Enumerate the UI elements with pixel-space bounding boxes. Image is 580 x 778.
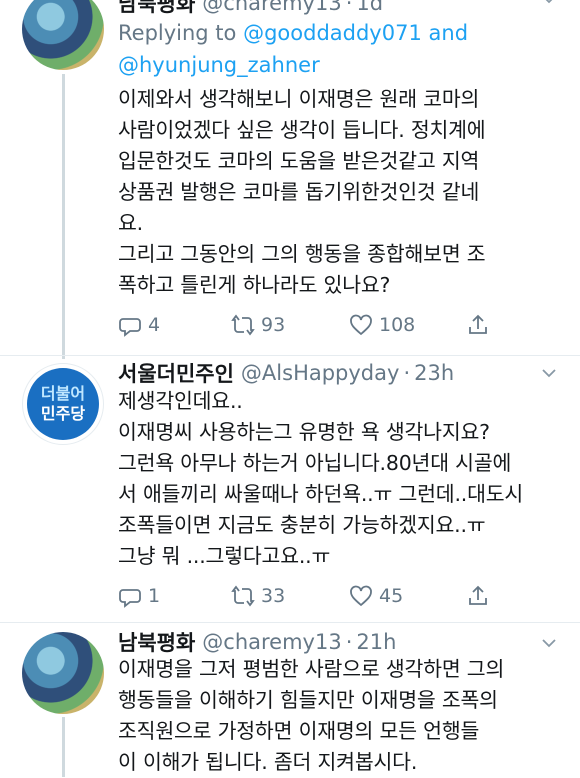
avatar[interactable] [22, 0, 104, 70]
tweet-actions: 1 33 45 [118, 581, 518, 611]
display-name[interactable]: 남북평화 [118, 627, 195, 657]
retweet-count: 33 [261, 585, 286, 607]
timestamp[interactable]: 1d [356, 0, 383, 15]
retweet-button[interactable]: 93 [231, 310, 285, 340]
reply-button[interactable]: 1 [118, 581, 160, 611]
reply-count: 1 [148, 585, 161, 607]
tweet-actions: 4 93 108 [118, 310, 518, 340]
chevron-down-icon[interactable] [540, 634, 558, 652]
share-button[interactable] [466, 581, 496, 611]
tweet-1[interactable]: 남북평화 @charemy13 · 1d Replying to @goodda… [0, 0, 580, 359]
like-button[interactable]: 108 [349, 310, 415, 340]
reply-user-link[interactable]: @gooddaddy071 [243, 21, 422, 45]
replying-to: Replying to @gooddaddy071 and @hyunjung_… [118, 17, 560, 81]
avatar-text-line1: 더불어 [40, 384, 86, 403]
tweet-text: 이재명을 그저 평범한 사람으로 생각하면 그의 행동들을 이해하기 힘들지만 … [118, 657, 505, 774]
share-icon [469, 314, 487, 334]
like-button[interactable]: 45 [349, 581, 403, 611]
reply-icon [119, 589, 141, 608]
tweet-header: 서울더민주인 @AlsHappyday · 23h [118, 358, 580, 388]
separator-dot: · [345, 0, 353, 15]
tweet-text: 이제와서 생각해보니 이재명은 원래 코마의 사람이었겠다 싶은 생각이 듭니다… [118, 87, 486, 297]
reply-user-link[interactable]: @hyunjung_zahner [118, 53, 320, 77]
replying-to-label: Replying to [118, 21, 237, 45]
like-count: 108 [379, 314, 416, 336]
reply-icon [119, 318, 141, 337]
party-logo: 더불어 민주당 [27, 368, 99, 440]
avatar-text-line2: 민주당 [40, 404, 86, 423]
reply-and-link[interactable]: and [429, 21, 469, 45]
timestamp[interactable]: 23h [414, 361, 454, 385]
heart-icon [350, 585, 372, 607]
tweet-header: 남북평화 @charemy13 · 1d [118, 0, 580, 18]
tweet-3[interactable]: 남북평화 @charemy13 · 21h 이재명을 그저 평범한 사람으로 생… [0, 623, 580, 777]
separator-dot: · [403, 361, 411, 385]
display-name[interactable]: 서울더민주인 [118, 358, 234, 388]
avatar[interactable] [22, 632, 104, 714]
reply-button[interactable]: 4 [118, 310, 160, 340]
like-count: 45 [379, 585, 404, 607]
user-handle[interactable]: @charemy13 [202, 0, 341, 15]
thread-line [62, 74, 65, 359]
tweet-2[interactable]: 더불어 민주당 서울더민주인 @AlsHappyday · 23h 제생각인데요… [0, 356, 580, 622]
share-icon [469, 585, 487, 605]
retweet-button[interactable]: 33 [231, 581, 285, 611]
thread-line [62, 717, 65, 777]
timestamp[interactable]: 21h [356, 630, 396, 654]
user-handle[interactable]: @charemy13 [202, 630, 341, 654]
heart-icon [350, 314, 372, 336]
chevron-down-icon[interactable] [540, 364, 558, 382]
tweet-header: 남북평화 @charemy13 · 21h [118, 627, 580, 657]
retweet-icon [231, 314, 255, 336]
avatar[interactable]: 더불어 민주당 [22, 363, 104, 445]
display-name[interactable]: 남북평화 [118, 0, 195, 18]
retweet-icon [231, 585, 255, 607]
retweet-count: 93 [261, 314, 286, 336]
separator-dot: · [345, 630, 353, 654]
tweet-text: 제생각인데요.. 이재명씨 사용하는그 유명한 욕 생각나지요? 그런욕 아무나… [118, 389, 524, 568]
reply-count: 4 [148, 314, 161, 336]
share-button[interactable] [466, 310, 496, 340]
chevron-down-icon[interactable] [540, 0, 558, 8]
user-handle[interactable]: @AlsHappyday [241, 361, 400, 385]
